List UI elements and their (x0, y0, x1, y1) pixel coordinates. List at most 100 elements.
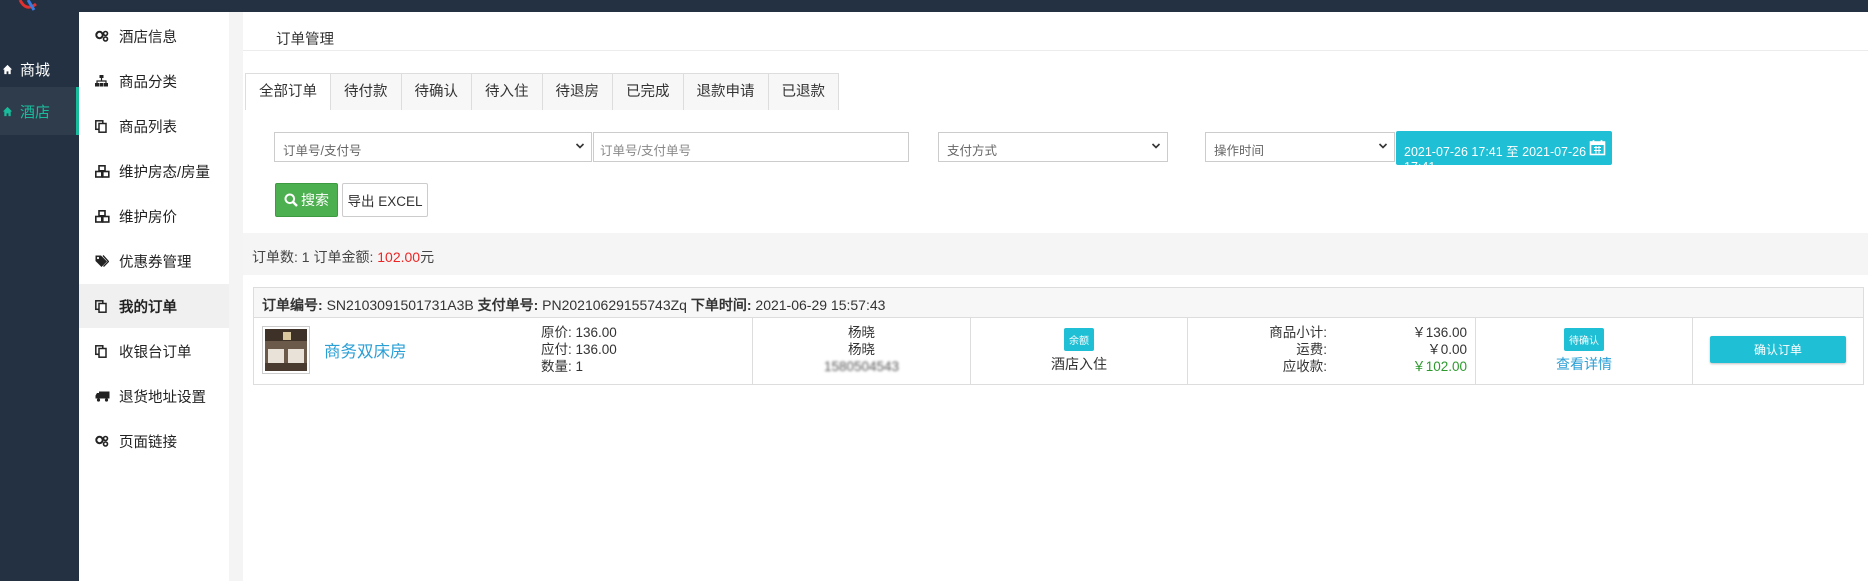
delivery-type: 酒店入住 (1051, 356, 1107, 372)
home-icon (2, 62, 18, 76)
order-amount-label: 订单金额: (309, 249, 378, 265)
chevron-down-icon (1378, 143, 1388, 149)
copy-icon (95, 344, 115, 358)
order-card: 订单编号: SN2103091501731A3B 支付单号: PN2021062… (253, 287, 1864, 385)
tab-completed[interactable]: 已完成 (613, 74, 684, 110)
subnav-item-room-status[interactable]: 维护房态/房量 (79, 149, 229, 193)
copy-icon (95, 299, 115, 313)
view-details-link[interactable]: 查看详情 (1476, 354, 1692, 374)
order-guest-cell: 杨晓 杨晓 1580504543 (753, 318, 971, 384)
subtotal-label: 商品小计: (1269, 325, 1327, 340)
subnav-label: 收银台订单 (119, 344, 192, 361)
calendar-icon (1589, 140, 1606, 156)
order-number-placeholder: 订单号/支付单号 (600, 144, 691, 158)
subnav-item-coupons[interactable]: 优惠券管理 (79, 239, 229, 283)
subnav-item-return-address[interactable]: 退货地址设置 (79, 374, 229, 418)
subnav-label: 维护房价 (119, 209, 177, 226)
freight-label: 运费: (1296, 342, 1327, 357)
tab-refund-request[interactable]: 退款申请 (683, 74, 769, 110)
chevron-down-icon (575, 143, 585, 149)
gears-icon (95, 435, 115, 447)
price-info: 原价: 136.00 应付: 136.00 数量: 1 (541, 324, 617, 375)
order-number-input[interactable]: 订单号/支付单号 (593, 132, 909, 162)
tab-pending-checkin[interactable]: 待入住 (472, 74, 543, 110)
tab-pending-payment[interactable]: 待付款 (331, 74, 402, 110)
product-name-link[interactable]: 商务双床房 (324, 338, 407, 362)
subnav-label: 酒店信息 (119, 29, 177, 46)
subtotal-value: ￥136.00 (1412, 325, 1467, 340)
subnav-item-page-links[interactable]: 页面链接 (79, 419, 229, 463)
export-excel-label: 导出 EXCEL (347, 194, 423, 209)
nav-item-label: 商城 (20, 61, 51, 79)
search-button[interactable]: 搜索 (275, 183, 338, 217)
time-type-select[interactable]: 操作时间 (1205, 132, 1395, 162)
tab-pending-checkout[interactable]: 待退房 (542, 74, 613, 110)
subnav-label: 维护房态/房量 (119, 164, 211, 181)
content-gutter (229, 12, 243, 581)
pay-no-label: 支付单号: (477, 297, 539, 313)
order-no-label: 订单编号: (262, 297, 323, 313)
subnav-item-my-orders[interactable]: 我的订单 (79, 284, 229, 328)
subnav-item-category[interactable]: 商品分类 (79, 59, 229, 103)
nav-item-mall[interactable]: 商城 (0, 45, 79, 93)
payment-method-select[interactable]: 支付方式 (938, 132, 1168, 162)
order-no: SN2103091501731A3B (326, 297, 474, 313)
payment-method-select-value: 支付方式 (947, 144, 998, 158)
contact-phone: 1580504543 (823, 359, 900, 374)
order-amount-unit: 元 (420, 249, 435, 265)
page-title-bar: 订单管理 (243, 12, 1868, 51)
order-type-select-value: 订单号/支付号 (283, 144, 362, 158)
contact-name: 杨晓 (848, 342, 875, 357)
tab-pending-confirm[interactable]: 待确认 (401, 74, 472, 110)
nav-item-label: 酒店 (20, 103, 51, 121)
order-delivery-cell: 余额 酒店入住 (971, 318, 1188, 384)
order-status-tabs: 全部订单 待付款 待确认 待入住 待退房 已完成 退款申请 已退款 (245, 73, 839, 110)
logo-icon (18, 0, 37, 11)
search-icon (284, 193, 298, 207)
subnav-label: 页面链接 (119, 434, 177, 451)
product-thumbnail[interactable] (262, 326, 310, 374)
truck-icon (95, 391, 115, 402)
tab-all-orders[interactable]: 全部订单 (246, 74, 331, 110)
cubes-icon (95, 164, 115, 178)
tab-refunded[interactable]: 已退款 (768, 74, 838, 110)
receivable-label: 应收款: (1282, 359, 1327, 374)
order-count: 1 (301, 249, 310, 265)
export-excel-button[interactable]: 导出 EXCEL (342, 183, 428, 217)
receivable-value: ￥102.00 (1412, 359, 1467, 374)
top-bar (0, 0, 1868, 12)
order-type-select[interactable]: 订单号/支付号 (274, 132, 592, 162)
pay-no: PN20210629155743Zq (542, 297, 687, 313)
page-title: 订单管理 (276, 32, 334, 48)
nav-item-hotel[interactable]: 酒店 (0, 87, 79, 135)
guest-name: 杨晓 (848, 325, 875, 340)
quantity: 数量: 1 (541, 359, 584, 374)
order-amount-cell: 商品小计: ￥136.00 运费: ￥0.00 应收款: ￥102.00 (1188, 318, 1476, 384)
order-status-cell: 待确认 查看详情 (1476, 318, 1693, 384)
copy-icon (95, 119, 115, 133)
gears-icon (95, 30, 115, 42)
subnav-item-cashier-orders[interactable]: 收银台订单 (79, 329, 229, 373)
main-content: 订单管理 全部订单 待付款 待确认 待入住 待退房 已完成 退款申请 已退款 订… (243, 12, 1868, 581)
order-count-label: 订单数: (252, 249, 302, 265)
subnav-item-product-list[interactable]: 商品列表 (79, 104, 229, 148)
subnav-label: 优惠券管理 (119, 254, 192, 271)
cubes-icon (95, 209, 115, 223)
subnav-item-room-price[interactable]: 维护房价 (79, 194, 229, 238)
freight-value: ￥0.00 (1427, 342, 1467, 357)
chevron-down-icon (1151, 143, 1161, 149)
primary-sidebar: 商城 酒店 (0, 12, 79, 581)
confirm-order-label: 确认订单 (1753, 343, 1802, 357)
original-price: 原价: 136.00 (541, 325, 617, 340)
order-summary: 订单数: 1 订单金额: 102.00元 (243, 233, 1868, 275)
subnav-item-hotel-info[interactable]: 酒店信息 (79, 14, 229, 58)
tags-icon (95, 254, 115, 268)
subnav-label: 退货地址设置 (119, 389, 206, 406)
order-action-cell: 确认订单 (1693, 318, 1863, 384)
date-range-picker[interactable]: 2021-07-26 17:41 至 2021-07-26 17:41 (1396, 131, 1612, 174)
subnav-label: 商品分类 (119, 74, 177, 91)
confirm-order-button[interactable]: 确认订单 (1710, 336, 1846, 363)
order-time-label: 下单时间: (690, 297, 752, 313)
time-type-select-value: 操作时间 (1214, 144, 1265, 158)
search-button-label: 搜索 (301, 192, 329, 208)
